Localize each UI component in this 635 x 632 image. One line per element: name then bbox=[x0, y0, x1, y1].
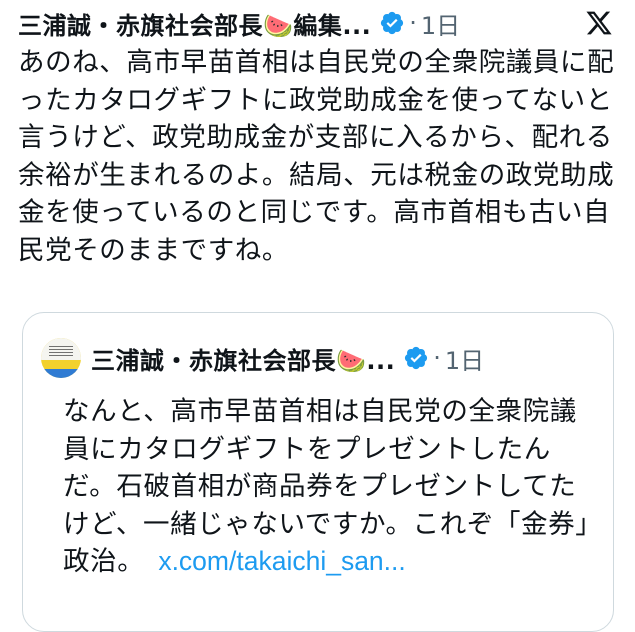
quoted-tweet-body: なんと、高市早苗首相は自民党の全衆院議員にカタログギフトをプレゼントしたんだ。石… bbox=[63, 393, 603, 581]
verified-badge-icon bbox=[381, 11, 404, 35]
tweet-text: あのね、高市早苗首相は自民党の全衆院議員に配ったカタログギフトに政党助成金を使っ… bbox=[18, 47, 615, 266]
tweet[interactable]: 三浦誠・赤旗社会部長🍉編集... · 1日 あのね、高市早苗首相は自民党の全衆院… bbox=[0, 0, 635, 632]
separator-dot: · bbox=[433, 344, 441, 372]
quoted-tweet-header: 三浦誠・赤旗社会部長🍉... · 1日 bbox=[41, 338, 601, 378]
tweet-header: 三浦誠・赤旗社会部長🍉編集... · 1日 bbox=[18, 6, 621, 40]
quoted-author-name[interactable]: 三浦誠・赤旗社会部長🍉... bbox=[91, 341, 395, 376]
timestamp[interactable]: 1日 bbox=[421, 6, 460, 41]
verified-badge-icon bbox=[405, 346, 428, 370]
avatar-text-lines bbox=[49, 346, 73, 358]
separator-dot: · bbox=[409, 9, 417, 37]
avatar-stripe bbox=[41, 369, 81, 378]
avatar[interactable] bbox=[41, 338, 81, 378]
author-name[interactable]: 三浦誠・赤旗社会部長🍉編集... bbox=[18, 6, 371, 41]
quoted-tweet[interactable]: 三浦誠・赤旗社会部長🍉... · 1日 なんと、高市早苗首相は自民党の全衆院議員… bbox=[22, 312, 614, 632]
quoted-timestamp[interactable]: 1日 bbox=[445, 341, 484, 376]
quoted-tweet-link[interactable]: x.com/takaichi_san... bbox=[158, 546, 405, 576]
x-logo-icon[interactable] bbox=[585, 9, 613, 37]
